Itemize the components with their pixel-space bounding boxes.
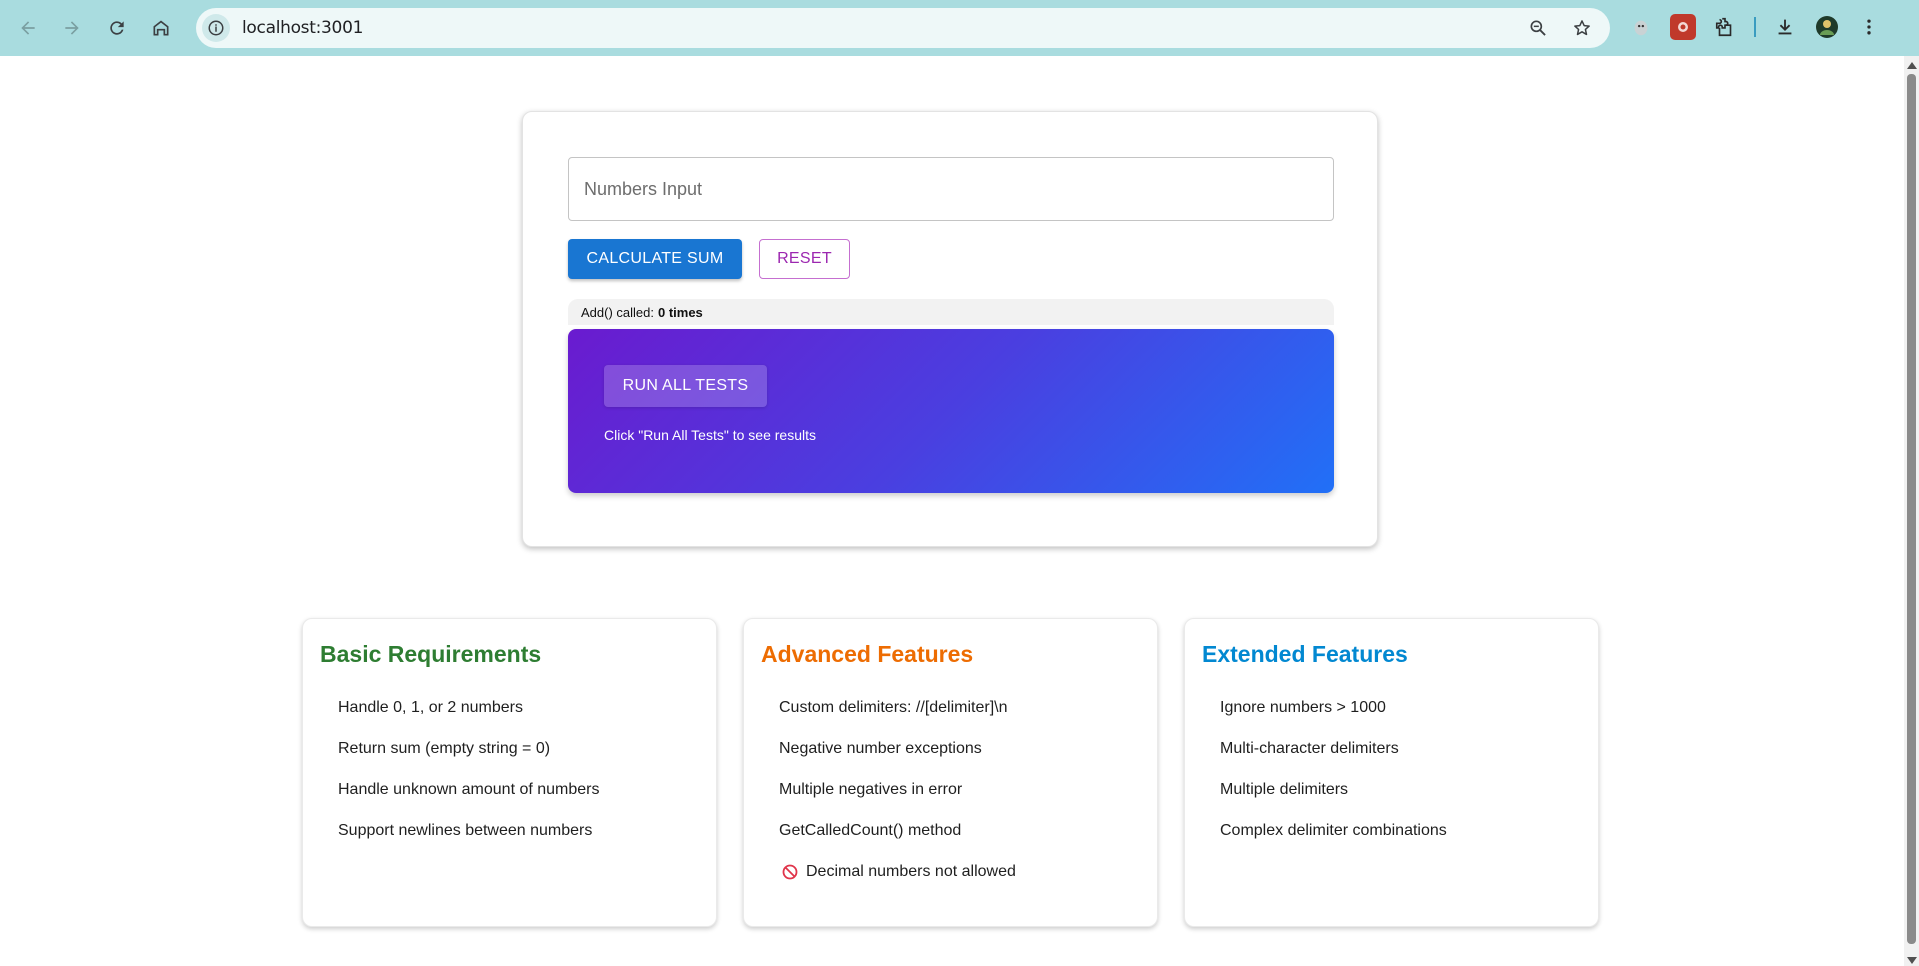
list-item: Support newlines between numbers (338, 822, 593, 839)
basic-requirements-card: Basic Requirements Handle 0, 1, or 2 num… (302, 618, 717, 927)
scrollbar-thumb[interactable] (1907, 74, 1916, 944)
profile-avatar-icon[interactable] (1814, 14, 1840, 40)
menu-kebab-icon[interactable] (1856, 14, 1882, 40)
reload-icon[interactable] (103, 14, 131, 42)
list-item: Multi-character delimiters (1220, 740, 1399, 757)
browser-toolbar: localhost:3001 (0, 0, 1919, 56)
zoom-icon[interactable] (1524, 14, 1552, 42)
tests-hint-text: Click "Run All Tests" to see results (604, 427, 816, 443)
list-item: Handle unknown amount of numbers (338, 781, 600, 798)
prohibited-icon (782, 864, 798, 880)
numbers-input-container[interactable] (568, 157, 1334, 221)
forward-icon[interactable] (58, 14, 86, 42)
call-counter: Add() called: 0 times (568, 299, 1334, 325)
card-title: Extended Features (1202, 641, 1408, 667)
run-all-tests-button[interactable]: RUN ALL TESTS (604, 365, 767, 407)
feature-list: Ignore numbers > 1000 Multi-character de… (1220, 699, 1447, 863)
list-item: Negative number exceptions (779, 740, 982, 757)
list-item: Handle 0, 1, or 2 numbers (338, 699, 523, 716)
list-item: Multiple negatives in error (779, 781, 963, 798)
download-icon[interactable] (1772, 14, 1798, 40)
feature-list: Custom delimiters: //[delimiter]\n Negat… (779, 699, 1016, 904)
list-item: GetCalledCount() method (779, 822, 962, 839)
list-item: Multiple delimiters (1220, 781, 1349, 798)
calculator-card: CALCULATE SUM RESET Add() called: 0 time… (522, 111, 1378, 547)
extensions-puzzle-icon[interactable] (1712, 14, 1738, 40)
feature-list: Handle 0, 1, or 2 numbers Return sum (em… (338, 699, 600, 863)
home-icon[interactable] (147, 14, 175, 42)
site-info-icon[interactable] (202, 14, 230, 42)
bookmark-star-icon[interactable] (1568, 14, 1596, 42)
toolbar-divider (1754, 17, 1756, 37)
advanced-features-card: Advanced Features Custom delimiters: //[… (743, 618, 1158, 927)
card-title: Advanced Features (761, 641, 974, 667)
counter-label: Add() called: (581, 304, 654, 320)
test-runner-panel: RUN ALL TESTS Click "Run All Tests" to s… (568, 329, 1334, 493)
extended-features-card: Extended Features Ignore numbers > 1000 … (1184, 618, 1599, 927)
scroll-up-icon[interactable] (1907, 62, 1917, 69)
reset-button[interactable]: RESET (759, 239, 850, 279)
calculate-sum-button[interactable]: CALCULATE SUM (568, 239, 742, 279)
list-item: Ignore numbers > 1000 (1220, 699, 1386, 716)
page-scrollbar[interactable] (1904, 56, 1919, 966)
counter-value: 0 times (657, 304, 703, 320)
list-item: Complex delimiter combinations (1220, 822, 1447, 839)
list-item: Custom delimiters: //[delimiter]\n (779, 699, 1008, 716)
list-item-text: Decimal numbers not allowed (806, 863, 1016, 880)
url-text[interactable]: localhost:3001 (242, 18, 363, 38)
card-title: Basic Requirements (320, 641, 542, 667)
extension-red-icon[interactable] (1670, 14, 1696, 40)
numbers-input[interactable] (584, 178, 1333, 200)
extension-ghost-icon[interactable] (1628, 14, 1654, 40)
list-item: Decimal numbers not allowed (779, 863, 1016, 904)
back-icon[interactable] (14, 14, 42, 42)
address-bar[interactable]: localhost:3001 (196, 8, 1610, 48)
scroll-down-icon[interactable] (1907, 957, 1917, 964)
list-item: Return sum (empty string = 0) (338, 740, 551, 757)
